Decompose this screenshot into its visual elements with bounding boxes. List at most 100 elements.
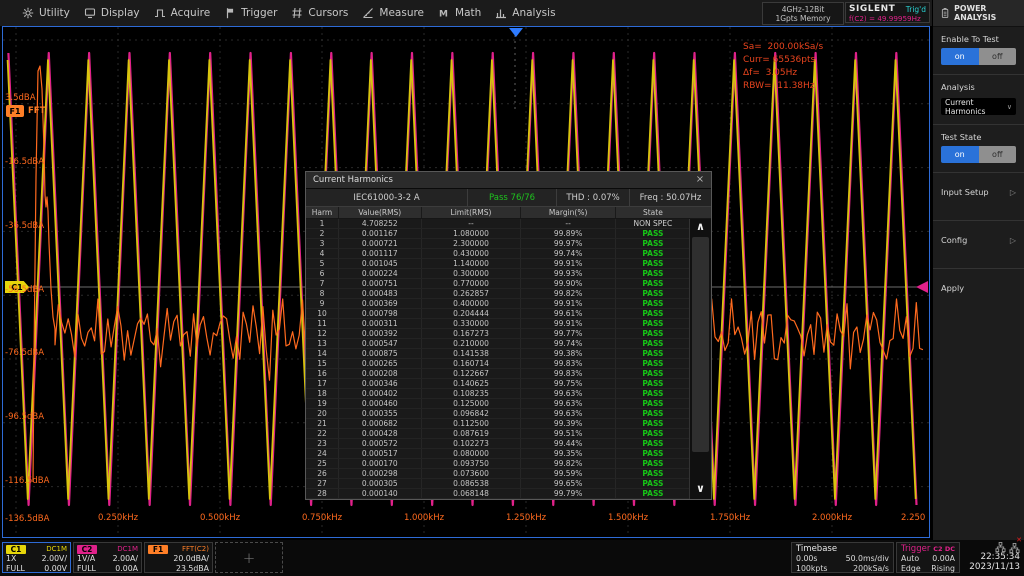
table-row[interactable]: 190.0004600.12500099.63%PASS bbox=[306, 399, 690, 409]
table-row[interactable]: 90.0003690.40000099.91%PASS bbox=[306, 299, 690, 309]
menu-item-analysis[interactable]: Analysis bbox=[495, 7, 555, 19]
menu-label: Cursors bbox=[308, 7, 348, 19]
table-cell: -- bbox=[521, 219, 615, 228]
table-cell: 18 bbox=[306, 389, 339, 398]
table-cell: 0.000721 bbox=[339, 239, 422, 248]
table-cell: PASS bbox=[616, 379, 690, 388]
trigger-box[interactable]: Trigger C2 DC Auto0.00A EdgeRising bbox=[896, 542, 960, 573]
table-row[interactable]: 14.708252----NON SPEC bbox=[306, 219, 690, 229]
close-icon[interactable]: × bbox=[693, 174, 707, 186]
table-row[interactable]: 260.0002980.07360099.59%PASS bbox=[306, 469, 690, 479]
table-row[interactable]: 250.0001700.09375099.82%PASS bbox=[306, 459, 690, 469]
table-row[interactable]: 30.0007212.30000099.97%PASS bbox=[306, 239, 690, 249]
table-cell: 4 bbox=[306, 249, 339, 258]
table-row[interactable]: 280.0001400.06814899.79%PASS bbox=[306, 489, 690, 499]
table-cell: PASS bbox=[616, 239, 690, 248]
dialog-titlebar[interactable]: Current Harmonics × bbox=[306, 172, 711, 189]
table-row[interactable]: 50.0010451.14000099.91%PASS bbox=[306, 259, 690, 269]
timebase-delay: 0.00s bbox=[796, 554, 817, 564]
clock-date: 2023/11/13 bbox=[964, 562, 1020, 572]
scroll-up-icon[interactable]: ∧ bbox=[690, 219, 711, 235]
trigger-title: Trigger bbox=[901, 544, 930, 554]
oscilloscope-screen: { "menu": { "items": [ {"icon":"gear-ico… bbox=[0, 0, 1024, 576]
trigger-level: 0.00A bbox=[932, 554, 955, 564]
enable-on-button[interactable]: on bbox=[941, 48, 979, 65]
menu-item-measure[interactable]: Measure bbox=[362, 7, 424, 19]
f1-descriptor-box[interactable]: F1 FFT(C2) 20.0dBA/ 23.5dBA bbox=[144, 542, 213, 573]
menu-item-acquire[interactable]: Acquire bbox=[154, 7, 211, 19]
table-row[interactable]: 130.0005470.21000099.74%PASS bbox=[306, 339, 690, 349]
table-cell: 0.000572 bbox=[339, 439, 422, 448]
table-cell: 26 bbox=[306, 469, 339, 478]
input-setup-button[interactable]: Input Setup ▷ bbox=[933, 173, 1024, 211]
apply-button[interactable]: Apply bbox=[933, 269, 1024, 307]
c1-chip: C1 bbox=[6, 545, 26, 554]
table-cell: 19 bbox=[306, 399, 339, 408]
power-analysis-panel: POWER ANALYSIS Enable To Test on off Ana… bbox=[932, 0, 1024, 540]
f1-channel-badge: F1 bbox=[6, 105, 24, 117]
test-state-on-button[interactable]: on bbox=[941, 146, 979, 163]
table-row[interactable]: 120.0003920.16727399.77%PASS bbox=[306, 329, 690, 339]
menu-item-cursors[interactable]: Cursors bbox=[291, 7, 348, 19]
table-row[interactable]: 20.0011671.08000099.89%PASS bbox=[306, 229, 690, 239]
test-state-toggle: on off bbox=[941, 146, 1016, 163]
table-row[interactable]: 210.0006820.11250099.39%PASS bbox=[306, 419, 690, 429]
test-state-off-button[interactable]: off bbox=[979, 146, 1017, 163]
table-row[interactable]: 140.0008750.14153899.38%PASS bbox=[306, 349, 690, 359]
table-row[interactable]: 80.0004830.26285799.82%PASS bbox=[306, 289, 690, 299]
table-cell: PASS bbox=[616, 479, 690, 488]
table-cell: 0.204444 bbox=[422, 309, 522, 318]
table-row[interactable]: 180.0004020.10823599.63%PASS bbox=[306, 389, 690, 399]
add-channel-button[interactable]: + bbox=[215, 542, 283, 573]
c1-descriptor-box[interactable]: C1 DC1M 1X2.00V/ FULL0.00V bbox=[2, 542, 71, 573]
table-cell: 0.210000 bbox=[422, 339, 522, 348]
table-row[interactable]: 220.0004280.08761999.51%PASS bbox=[306, 429, 690, 439]
table-row[interactable]: 270.0003050.08653899.65%PASS bbox=[306, 479, 690, 489]
table-row[interactable]: 70.0007510.77000099.90%PASS bbox=[306, 279, 690, 289]
table-row[interactable]: 150.0002650.16071499.83%PASS bbox=[306, 359, 690, 369]
analysis-icon bbox=[495, 7, 507, 19]
table-cell: 0.141538 bbox=[422, 349, 522, 358]
table-row[interactable]: 240.0005170.08000099.35%PASS bbox=[306, 449, 690, 459]
table-cell: PASS bbox=[616, 269, 690, 278]
table-cell: 99.51% bbox=[521, 429, 615, 438]
table-cell: PASS bbox=[616, 229, 690, 238]
scrollbar-thumb[interactable] bbox=[692, 237, 709, 452]
table-row[interactable]: 110.0003110.33000099.91%PASS bbox=[306, 319, 690, 329]
menu-item-utility[interactable]: Utility bbox=[22, 7, 70, 19]
f1-chip: F1 bbox=[148, 545, 168, 554]
table-row[interactable]: 170.0003460.14062599.75%PASS bbox=[306, 379, 690, 389]
table-row[interactable]: 60.0002240.30000099.93%PASS bbox=[306, 269, 690, 279]
table-row[interactable]: 160.0002080.12266799.83%PASS bbox=[306, 369, 690, 379]
table-cell: 0.770000 bbox=[422, 279, 522, 288]
apply-label: Apply bbox=[941, 283, 964, 293]
menu-item-math[interactable]: M Math bbox=[438, 7, 481, 19]
enable-off-button[interactable]: off bbox=[979, 48, 1017, 65]
menu-label: Utility bbox=[39, 7, 70, 19]
table-row[interactable]: 230.0005720.10227399.44%PASS bbox=[306, 439, 690, 449]
analysis-dropdown[interactable]: Current Harmonics ∨ bbox=[941, 98, 1016, 115]
timebase-box[interactable]: Timebase 0.00s50.0ms/div 100kpts200kSa/s bbox=[791, 542, 894, 573]
menu-item-trigger[interactable]: Trigger bbox=[224, 7, 277, 19]
c2-descriptor-box[interactable]: C2 DC1M 1V/A2.00A/ FULL0.00A bbox=[73, 542, 142, 573]
table-cell: 2 bbox=[306, 229, 339, 238]
table-cell: 0.000311 bbox=[339, 319, 422, 328]
menu-item-display[interactable]: Display bbox=[84, 7, 140, 19]
c2-chip: C2 bbox=[77, 545, 97, 554]
scrollbar[interactable]: ∧ ∨ bbox=[689, 219, 711, 499]
table-cell: 28 bbox=[306, 489, 339, 498]
table-cell: 99.93% bbox=[521, 269, 615, 278]
table-cell: PASS bbox=[616, 339, 690, 348]
x-axis-tick-label: 0.250kHz bbox=[98, 513, 138, 523]
table-row[interactable]: 100.0007980.20444499.61%PASS bbox=[306, 309, 690, 319]
lan-disconnected-icon bbox=[1009, 543, 1020, 553]
enable-to-test-label: Enable To Test bbox=[933, 27, 1024, 48]
config-button[interactable]: Config ▷ bbox=[933, 221, 1024, 259]
table-row[interactable]: 40.0011170.43000099.74%PASS bbox=[306, 249, 690, 259]
trigger-position-marker[interactable] bbox=[509, 28, 523, 37]
y-axis-tick-label: 3.5dBA bbox=[5, 93, 36, 103]
trigger-status: Trig'd bbox=[906, 5, 926, 14]
scroll-down-icon[interactable]: ∨ bbox=[690, 481, 711, 497]
table-row[interactable]: 200.0003550.09684299.63%PASS bbox=[306, 409, 690, 419]
table-cell: 0.068148 bbox=[422, 489, 522, 498]
